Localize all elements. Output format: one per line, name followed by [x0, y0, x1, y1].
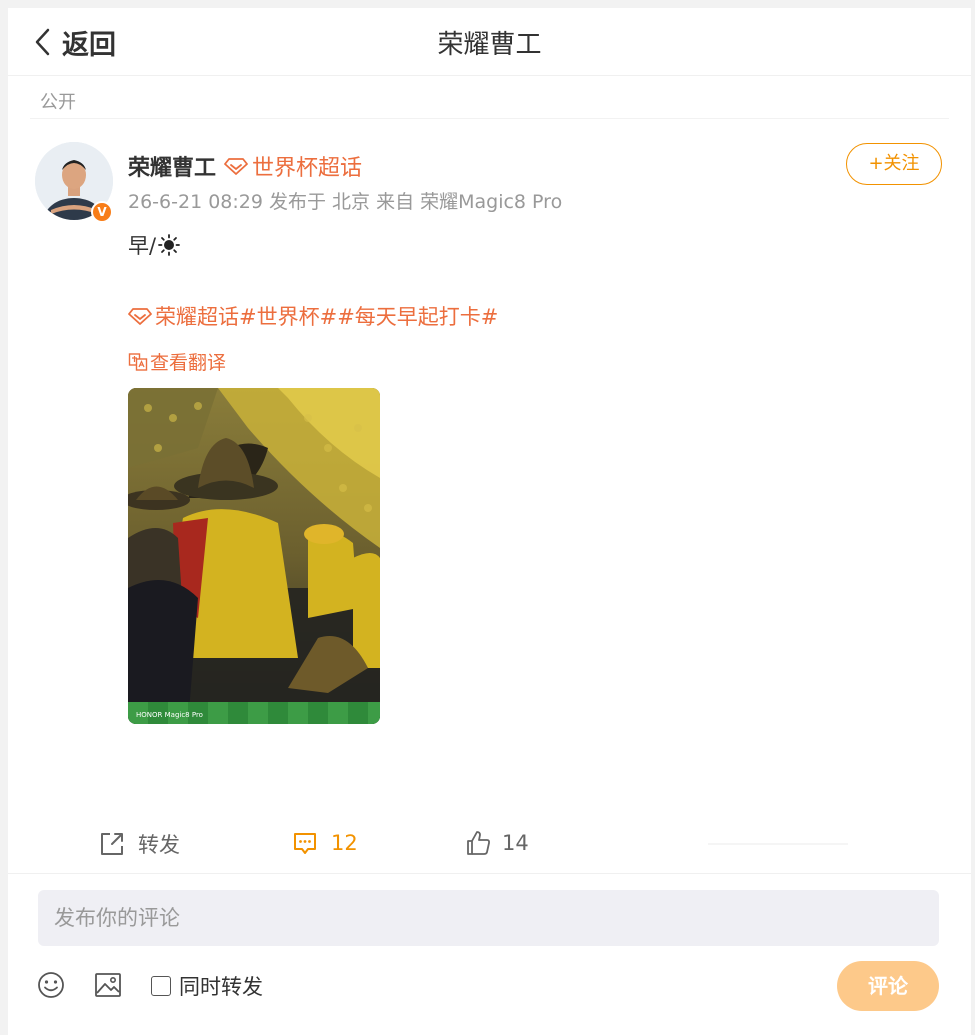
post-meta: 26-6-21 08:29 发布于 北京 来自 荣耀Magic8 Pro: [128, 191, 563, 213]
divider: [30, 118, 949, 119]
author-name[interactable]: 荣耀曹工: [128, 150, 216, 182]
verified-badge: V: [91, 201, 113, 223]
page-title: 荣耀曹工: [437, 30, 542, 60]
photo-watermark: HONOR Magic8 Pro: [136, 711, 203, 719]
post-detail-page: 返回 荣耀曹工 公开 V 荣耀曹工 世界杯超话 26-6-21 08:29 发布…: [8, 8, 971, 1035]
comment-icon: [294, 833, 316, 854]
visibility-label: 公开: [40, 92, 76, 113]
top-bar: 返回 荣耀曹工: [8, 8, 971, 76]
follow-button[interactable]: +关注: [846, 143, 942, 185]
repost-icon: [101, 833, 123, 855]
post-text-content: 早/: [128, 234, 157, 258]
also-repost-option[interactable]: 同时转发: [151, 971, 263, 1001]
like-icon: [467, 831, 490, 855]
author-line: 荣耀曹工 世界杯超话: [128, 150, 362, 182]
post-text: 早/: [128, 230, 180, 260]
also-repost-label: 同时转发: [179, 975, 263, 999]
divider: [8, 873, 971, 874]
hashtags[interactable]: 荣耀超话#世界杯##每天早起打卡#: [128, 301, 498, 331]
like-button[interactable]: 14: [464, 829, 529, 857]
emoji-icon[interactable]: [36, 970, 66, 1000]
translate-link[interactable]: 查看翻译: [128, 348, 226, 375]
diamond-icon: [128, 308, 152, 325]
comment-count: 12: [331, 831, 358, 855]
comment-button[interactable]: 12: [291, 829, 358, 857]
translate-label: 查看翻译: [150, 352, 227, 374]
post-photo[interactable]: HONOR Magic8 Pro: [128, 388, 380, 724]
sun-icon: [158, 234, 180, 256]
also-repost-checkbox[interactable]: [151, 976, 171, 996]
diamond-icon: [224, 158, 248, 175]
comment-toolbar: 同时转发 评论: [8, 961, 971, 1016]
submit-comment-button[interactable]: 评论: [837, 961, 939, 1011]
translate-icon: [128, 352, 148, 371]
divider: [708, 843, 848, 845]
topic-tag-link[interactable]: 世界杯超话: [252, 150, 362, 182]
action-bar: 转发 12 14: [8, 823, 971, 867]
image-icon[interactable]: [93, 970, 123, 1000]
repost-button[interactable]: 转发: [98, 829, 180, 859]
comment-input[interactable]: [38, 890, 939, 946]
stadium-photo-image: [128, 388, 380, 724]
like-count: 14: [502, 831, 529, 855]
hashtags-text: 荣耀超话#世界杯##每天早起打卡#: [155, 305, 499, 329]
repost-label: 转发: [138, 833, 180, 857]
